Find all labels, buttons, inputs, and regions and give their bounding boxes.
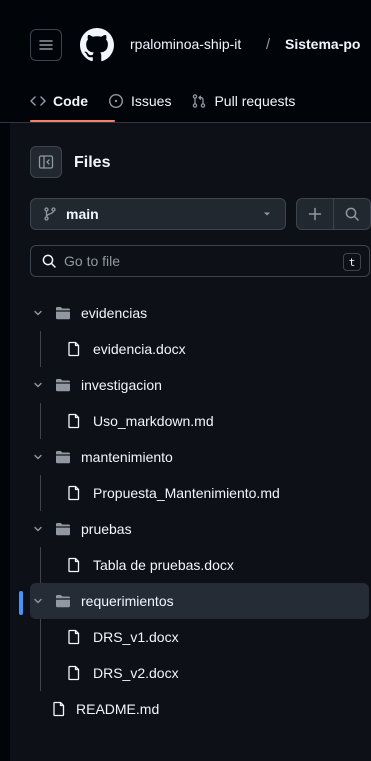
collapse-file-tree-button[interactable] [30,146,62,178]
tree-folder-investigacion[interactable]: investigacion [10,367,371,403]
add-file-button[interactable] [297,199,333,229]
search-icon [42,254,56,268]
tree-file-item[interactable]: Propuesta_Mantenimiento.md [10,475,371,511]
path-separator: / [266,36,271,53]
tree-folder-pruebas[interactable]: pruebas [10,511,371,547]
tree-file-item[interactable]: README.md [10,691,371,727]
tab-code[interactable]: Code [30,88,88,114]
folder-open-icon [56,451,70,464]
folder-open-icon [56,523,70,536]
tree-indent-guide [40,655,41,691]
branch-selector-button[interactable]: main [30,198,286,230]
tab-pull-requests-label: Pull requests [214,93,296,109]
file-icon [68,665,80,681]
go-to-file-placeholder: Go to file [64,253,121,269]
tree-indent-guide [40,619,41,655]
tree-file-label: Uso_markdown.md [93,413,214,429]
git-branch-icon [44,207,56,221]
code-icon [30,96,46,106]
go-to-file-input[interactable]: Go to file t [30,245,370,277]
tree-indent-guide [40,331,41,367]
triangle-down-icon [264,212,270,216]
chevron-down-icon [34,454,42,460]
tree-indent-guide [40,547,41,583]
plus-icon [308,207,322,221]
tree-file-label: Propuesta_Mantenimiento.md [93,485,280,501]
tree-file-item[interactable]: evidencia.docx [10,331,371,367]
folder-open-icon [56,307,70,320]
folder-open-icon [56,379,70,392]
search-icon [345,207,359,221]
file-tree: evidencias evidencia.docx investigacion Uso… [10,295,371,727]
menu-button[interactable] [30,29,62,61]
selected-row-marker [19,591,23,615]
file-icon [68,341,80,357]
tree-file-item[interactable]: DRS_v1.docx [10,619,371,655]
tree-file-label: DRS_v1.docx [93,629,179,645]
tab-pull-requests[interactable]: Pull requests [191,88,295,114]
file-tree-panel: Files main Go to file t evidencias evide… [10,123,371,761]
chevron-down-icon [34,310,42,316]
keyboard-shortcut-hint: t [343,253,361,271]
issue-opened-icon [108,93,124,109]
tree-file-item[interactable]: DRS_v2.docx [10,655,371,691]
file-icon [68,413,80,429]
file-icon [68,557,80,573]
folder-open-icon [56,595,70,608]
tree-folder-evidencias[interactable]: evidencias [10,295,371,331]
tree-folder-label: requerimientos [81,593,174,609]
tree-indent-guide [40,475,41,511]
tree-folder-mantenimiento[interactable]: mantenimiento [10,439,371,475]
tree-file-label: DRS_v2.docx [93,665,179,681]
file-icon [68,485,80,501]
tree-file-label: evidencia.docx [93,341,186,357]
tree-file-item[interactable]: Uso_markdown.md [10,403,371,439]
tree-indent-guide [40,403,41,439]
tree-folder-requerimientos[interactable]: requerimientos [10,583,371,619]
hamburger-icon [39,40,53,50]
git-pull-request-icon [193,94,206,108]
tab-code-label: Code [53,93,88,109]
tab-issues[interactable]: Issues [108,88,171,114]
chevron-down-icon [34,598,42,604]
tree-folder-label: evidencias [81,305,148,321]
repo-owner-link[interactable]: rpalominoa-ship-it [130,36,241,52]
tree-file-item[interactable]: Tabla de pruebas.docx [10,547,371,583]
chevron-down-icon [34,382,42,388]
file-tree-title: Files [74,154,111,171]
tree-folder-label: investigacion [81,377,162,393]
branch-name: main [66,206,99,222]
search-code-button[interactable] [334,199,370,229]
active-tab-indicator [30,120,115,122]
sidebar-collapse-icon [38,155,54,169]
file-actions-group [296,198,371,230]
tree-file-label: Tabla de pruebas.docx [93,557,234,573]
repo-name-link[interactable]: Sistema-po [285,36,360,52]
tree-folder-label: pruebas [81,521,132,537]
github-logo-icon[interactable] [80,28,114,62]
repo-header: rpalominoa-ship-it / Sistema-po Code Iss… [0,0,371,123]
file-icon [68,629,80,645]
repo-tabs: Code Issues Pull requests [30,88,315,123]
tree-file-label: README.md [76,701,160,717]
tab-issues-label: Issues [131,93,172,109]
file-icon [53,701,65,717]
chevron-down-icon [34,526,42,532]
tree-folder-label: mantenimiento [81,449,173,465]
